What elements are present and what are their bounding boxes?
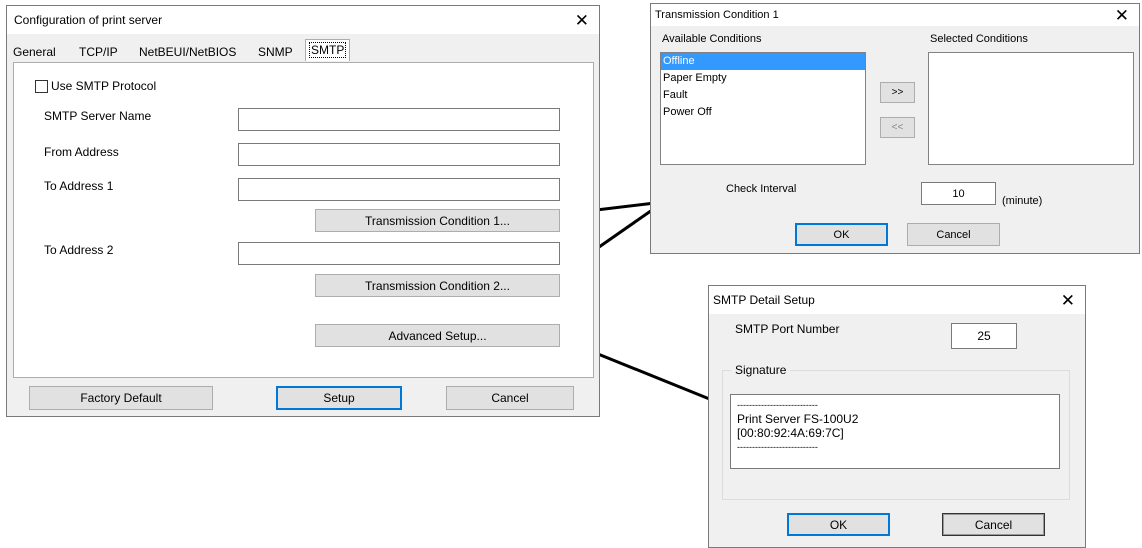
smtp-server-input[interactable] <box>238 108 560 131</box>
cancel-button[interactable]: Cancel <box>446 386 574 410</box>
close-icon[interactable]: ✕ <box>575 12 589 29</box>
transmission-condition1-button[interactable]: Transmission Condition 1... <box>315 209 560 232</box>
cancel-button[interactable]: Cancel <box>907 223 1000 246</box>
signature-line: [00:80:92:4A:69:7C] <box>737 426 844 440</box>
selected-conditions-list[interactable] <box>928 52 1134 165</box>
signature-textarea[interactable]: --------------------------- Print Server… <box>730 394 1060 469</box>
smtp-detail-title: SMTP Detail Setup <box>713 293 815 307</box>
tab-smtp[interactable]: SMTP <box>305 39 351 61</box>
advanced-setup-button[interactable]: Advanced Setup... <box>315 324 560 347</box>
available-conditions-label: Available Conditions <box>662 33 762 45</box>
to-address1-label: To Address 1 <box>44 179 114 193</box>
tab-netbeui[interactable]: NetBEUI/NetBIOS <box>139 42 236 62</box>
transmission-condition2-button[interactable]: Transmission Condition 2... <box>315 274 560 297</box>
list-item[interactable]: Power Off <box>661 104 865 121</box>
signature-line: --------------------------- <box>737 400 818 410</box>
list-item[interactable]: Paper Empty <box>661 70 865 87</box>
use-smtp-label: Use SMTP Protocol <box>51 79 157 93</box>
tab-bar: General TCP/IP NetBEUI/NetBIOS SNMP SMTP <box>13 39 593 62</box>
close-icon[interactable]: ✕ <box>1115 7 1129 24</box>
tab-snmp[interactable]: SNMP <box>258 42 293 62</box>
to-address1-input[interactable] <box>238 178 560 201</box>
factory-default-button[interactable]: Factory Default <box>29 386 213 410</box>
close-icon[interactable]: ✕ <box>1061 292 1075 309</box>
signature-label: Signature <box>731 363 791 377</box>
smtp-detail-titlebar: SMTP Detail Setup ✕ <box>709 286 1085 314</box>
check-interval-input[interactable] <box>921 182 996 205</box>
config-titlebar: Configuration of print server ✕ <box>7 6 599 34</box>
list-item[interactable]: Offline <box>661 53 865 70</box>
smtp-detail-dialog: SMTP Detail Setup ✕ SMTP Port Number Sig… <box>708 285 1086 548</box>
transmission-titlebar: Transmission Condition 1 ✕ <box>651 4 1139 26</box>
smtp-port-label: SMTP Port Number <box>735 322 840 336</box>
to-address2-label: To Address 2 <box>44 243 114 257</box>
from-address-label: From Address <box>44 145 119 159</box>
tab-general[interactable]: General <box>13 42 56 62</box>
selected-conditions-label: Selected Conditions <box>930 33 1028 45</box>
cancel-button[interactable]: Cancel <box>942 513 1045 536</box>
add-condition-button[interactable]: >> <box>880 82 915 103</box>
to-address2-input[interactable] <box>238 242 560 265</box>
check-interval-label: Check Interval <box>726 183 797 195</box>
from-address-input[interactable] <box>238 143 560 166</box>
smtp-port-input[interactable] <box>951 323 1017 349</box>
tab-smtp-label: SMTP <box>309 42 347 58</box>
ok-button[interactable]: OK <box>795 223 888 246</box>
unit-label: (minute) <box>1002 195 1043 207</box>
checkbox-icon[interactable] <box>35 79 48 93</box>
config-dialog: Configuration of print server ✕ General … <box>6 5 600 417</box>
use-smtp-checkbox[interactable]: Use SMTP Protocol <box>35 79 156 93</box>
remove-condition-button[interactable]: << <box>880 117 915 138</box>
tab-tcpip[interactable]: TCP/IP <box>79 42 118 62</box>
transmission-title: Transmission Condition 1 <box>655 9 779 21</box>
ok-button[interactable]: OK <box>787 513 890 536</box>
transmission-dialog: Transmission Condition 1 ✕ Available Con… <box>650 3 1140 254</box>
smtp-server-label: SMTP Server Name <box>44 109 152 123</box>
available-conditions-list[interactable]: Offline Paper Empty Fault Power Off <box>660 52 866 165</box>
smtp-tab-panel: Use SMTP Protocol SMTP Server Name From … <box>13 62 594 378</box>
signature-line: Print Server FS-100U2 <box>737 412 859 426</box>
config-title: Configuration of print server <box>14 13 163 27</box>
setup-button[interactable]: Setup <box>276 386 402 410</box>
list-item[interactable]: Fault <box>661 87 865 104</box>
signature-line: --------------------------- <box>737 442 818 452</box>
